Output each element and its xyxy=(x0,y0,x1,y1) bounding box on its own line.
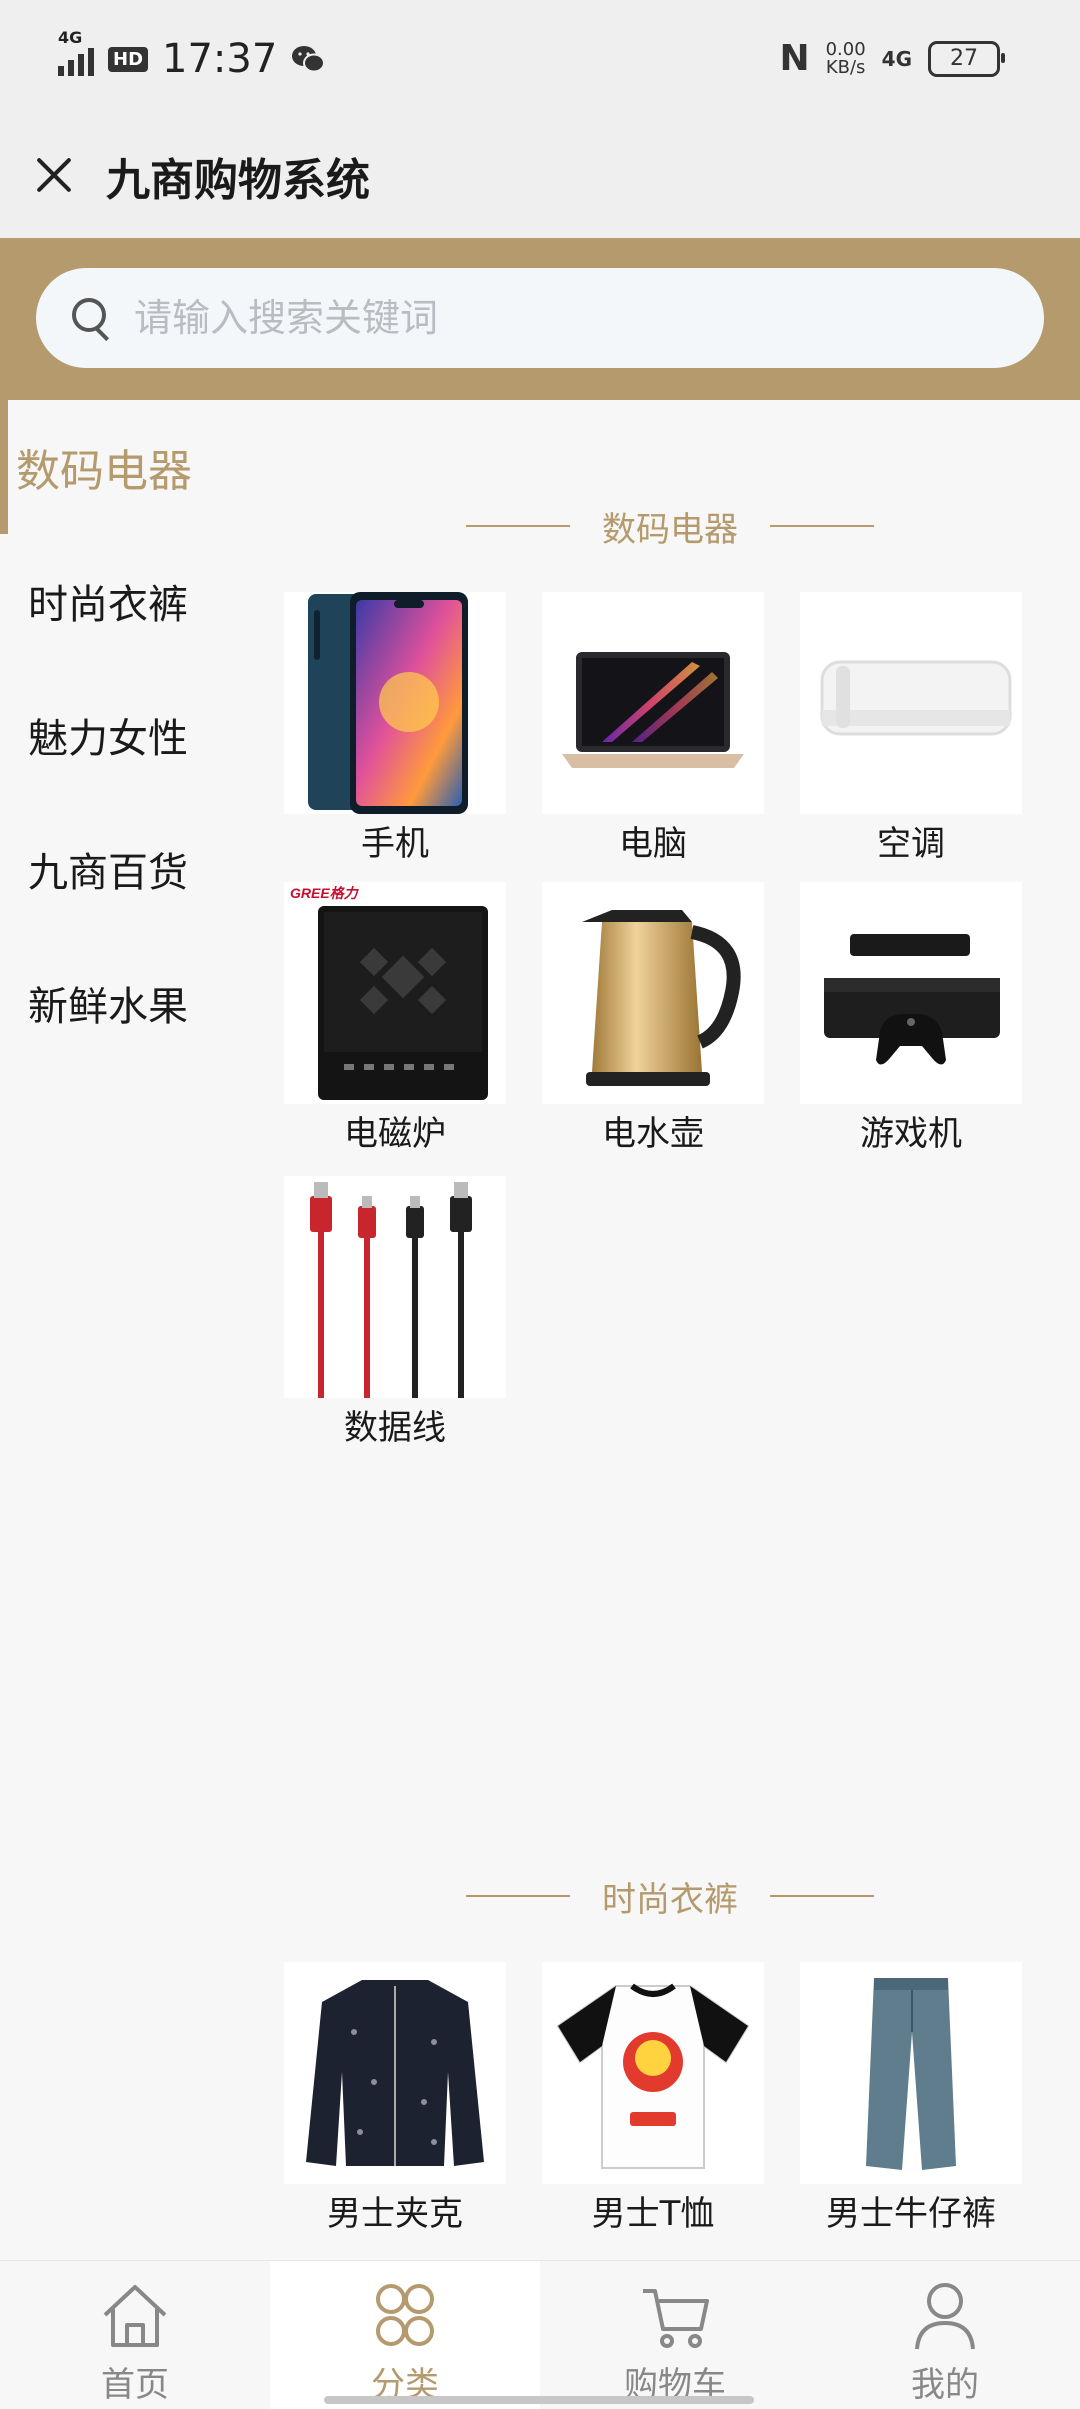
product-item-laptop[interactable]: 电脑 xyxy=(542,592,764,864)
product-name: 男士牛仔裤 xyxy=(826,2194,996,2234)
gree-logo: GREE格力 xyxy=(290,885,360,901)
network-type-label: 4G xyxy=(58,28,83,47)
product-name: 男士夹克 xyxy=(327,2194,463,2234)
speed-value: 0.00 xyxy=(825,38,866,60)
product-item-electric-kettle[interactable]: 电水壶 xyxy=(542,882,764,1154)
product-name: 电磁炉 xyxy=(344,1114,446,1154)
user-icon xyxy=(915,2283,975,2350)
bottom-tab-bar: 首页 分类 购物车 我的 xyxy=(0,2260,1080,2409)
sidebar-item-fruit[interactable]: 新鲜水果 xyxy=(0,936,260,1070)
section-title: 时尚衣裤 xyxy=(602,1879,738,1920)
section-header-digital: 数码电器 xyxy=(260,496,1080,556)
sidebar-item-label: 数码电器 xyxy=(16,446,192,497)
product-item-induction-cooker[interactable]: GREE格力 电磁炉 xyxy=(284,882,506,1154)
sidebar-item-fashion[interactable]: 时尚衣裤 xyxy=(0,534,260,668)
tab-label: 首页 xyxy=(101,2365,169,2405)
product-item-air-conditioner[interactable]: 空调 xyxy=(800,592,1022,864)
tab-label: 我的 xyxy=(911,2365,979,2405)
product-image-usb-cables xyxy=(284,1176,506,1398)
product-name: 电脑 xyxy=(619,824,687,864)
search-band xyxy=(0,238,1080,400)
tab-home[interactable]: 首页 xyxy=(0,2261,270,2409)
section-header-fashion: 时尚衣裤 xyxy=(260,1866,1080,1926)
product-image-game-console xyxy=(800,882,1022,1104)
home-icon xyxy=(103,2285,167,2347)
product-image-air-conditioner xyxy=(800,592,1022,814)
status-bar: 4G HD 17:37 N 0.00 KB/s 4G 27 xyxy=(0,0,1080,120)
search-icon xyxy=(72,298,112,338)
product-name: 游戏机 xyxy=(860,1114,962,1154)
nfc-icon: N xyxy=(779,38,810,79)
product-name: 空调 xyxy=(877,824,945,864)
app-title: 九商购物系统 xyxy=(106,155,370,206)
network-type-right: 4G xyxy=(881,46,912,71)
signal-icon: 4G xyxy=(58,28,94,76)
hd-badge: HD xyxy=(108,46,149,72)
sidebar-item-label: 九商百货 xyxy=(28,850,188,896)
tab-cart[interactable]: 购物车 xyxy=(540,2261,810,2409)
product-name: 男士T恤 xyxy=(591,2194,715,2234)
product-name: 手机 xyxy=(361,824,429,864)
divider-line xyxy=(770,1895,874,1897)
product-name: 数据线 xyxy=(344,1408,446,1448)
product-image-electric-kettle xyxy=(542,882,764,1104)
close-icon[interactable] xyxy=(28,150,78,200)
divider-line xyxy=(466,1895,570,1897)
network-speed: 0.00 KB/s xyxy=(825,38,866,78)
cart-icon xyxy=(643,2289,709,2348)
wechat-icon xyxy=(292,46,326,73)
title-bar: 九商购物系统 xyxy=(0,120,1080,238)
product-item-usb-cables[interactable]: 数据线 xyxy=(284,1176,506,1448)
divider-line xyxy=(770,525,874,527)
home-indicator[interactable] xyxy=(324,2396,754,2404)
search-input[interactable] xyxy=(132,295,1016,341)
section-title: 数码电器 xyxy=(602,509,738,550)
sidebar-item-women[interactable]: 魅力女性 xyxy=(0,668,260,802)
product-image-jeans xyxy=(800,1962,1022,2184)
product-item-jacket[interactable]: 男士夹克 xyxy=(284,1962,506,2234)
product-item-game-console[interactable]: 游戏机 xyxy=(800,882,1022,1154)
product-item-t-shirt[interactable]: 男士T恤 xyxy=(542,1962,764,2234)
sidebar-item-digital[interactable]: 数码电器 xyxy=(0,400,260,534)
product-item-jeans[interactable]: 男士牛仔裤 xyxy=(800,1962,1022,2234)
tab-me[interactable]: 我的 xyxy=(810,2261,1080,2409)
product-image-phone xyxy=(284,592,506,814)
battery-level: 27 xyxy=(950,46,978,71)
sidebar-item-label: 时尚衣裤 xyxy=(28,582,188,628)
category-content: 数码电器 手机 电脑 空调 GREE格力 电磁炉 电水壶 游戏机 数据线 时尚衣… xyxy=(260,400,1080,2260)
product-image-induction-cooker: GREE格力 xyxy=(284,882,506,1104)
product-image-laptop xyxy=(542,592,764,814)
tab-category[interactable]: 分类 xyxy=(270,2261,540,2409)
product-item-phone[interactable]: 手机 xyxy=(284,592,506,864)
product-image-jacket xyxy=(284,1962,506,2184)
sidebar-item-label: 新鲜水果 xyxy=(28,984,188,1030)
sidebar-item-department-store[interactable]: 九商百货 xyxy=(0,802,260,936)
search-box[interactable] xyxy=(36,268,1044,368)
category-sidebar: 数码电器 时尚衣裤 魅力女性 九商百货 新鲜水果 xyxy=(0,400,260,2260)
battery-icon: 27 xyxy=(928,40,1005,77)
category-icon xyxy=(376,2284,434,2346)
sidebar-item-label: 魅力女性 xyxy=(28,716,188,762)
status-time: 17:37 xyxy=(162,36,278,82)
product-image-t-shirt xyxy=(542,1962,764,2184)
product-name: 电水壶 xyxy=(602,1114,704,1154)
divider-line xyxy=(466,525,570,527)
speed-unit: KB/s xyxy=(825,56,866,78)
